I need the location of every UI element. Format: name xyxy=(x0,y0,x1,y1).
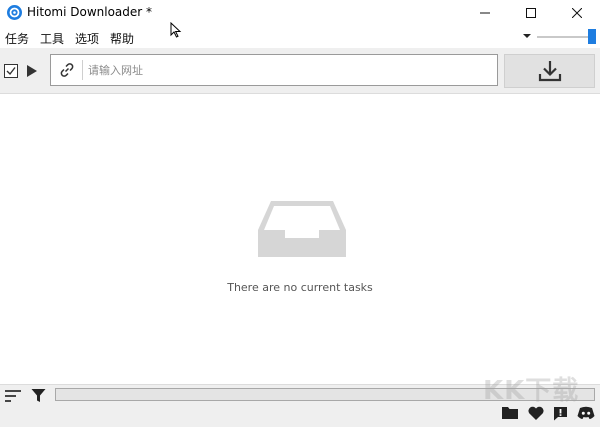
filter-icon[interactable] xyxy=(31,388,46,403)
menu-task[interactable]: 任务 xyxy=(5,30,29,47)
download-icon xyxy=(538,61,561,82)
url-input[interactable] xyxy=(88,60,488,80)
empty-inbox-icon xyxy=(258,201,346,257)
menu-options[interactable]: 选项 xyxy=(75,30,99,47)
maximize-icon xyxy=(526,8,536,18)
heart-icon[interactable] xyxy=(528,406,544,420)
menu-help[interactable]: 帮助 xyxy=(110,30,134,47)
title-bar: Hitomi Downloader * xyxy=(0,0,600,26)
discord-icon[interactable] xyxy=(577,406,595,420)
zoom-slider-track[interactable] xyxy=(537,36,591,38)
empty-state-message: There are no current tasks xyxy=(227,281,373,294)
watermark-logo: KK下载 xyxy=(483,376,580,406)
mouse-cursor-icon xyxy=(170,22,182,38)
sort-icon[interactable] xyxy=(5,389,22,403)
maximize-button[interactable] xyxy=(508,0,554,26)
folder-icon[interactable] xyxy=(502,406,518,419)
link-icon xyxy=(60,63,74,77)
window-title: Hitomi Downloader * xyxy=(27,5,153,19)
dropdown-arrow-icon[interactable] xyxy=(523,34,531,38)
minimize-icon xyxy=(480,12,490,14)
url-separator xyxy=(82,60,83,80)
download-button[interactable] xyxy=(504,54,595,88)
alert-icon[interactable] xyxy=(553,406,568,421)
zoom-slider-thumb[interactable] xyxy=(588,29,596,44)
app-logo-icon xyxy=(7,5,22,20)
close-icon xyxy=(572,8,582,18)
close-button[interactable] xyxy=(554,0,600,26)
minimize-button[interactable] xyxy=(462,0,508,26)
url-input-box[interactable] xyxy=(50,54,498,86)
menu-tools[interactable]: 工具 xyxy=(40,30,64,47)
play-icon[interactable] xyxy=(27,65,37,77)
menu-bar: 任务 工具 选项 帮助 xyxy=(0,26,600,48)
check-all-icon[interactable] xyxy=(4,64,18,78)
